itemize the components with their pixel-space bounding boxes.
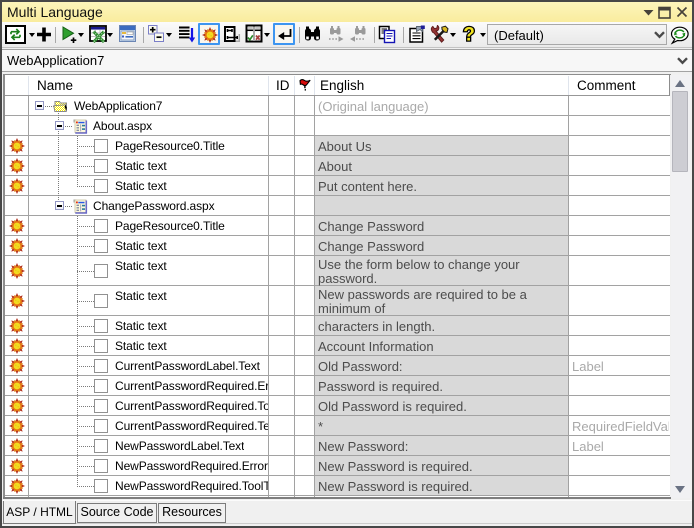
svg-text:?: ? [463,25,475,45]
